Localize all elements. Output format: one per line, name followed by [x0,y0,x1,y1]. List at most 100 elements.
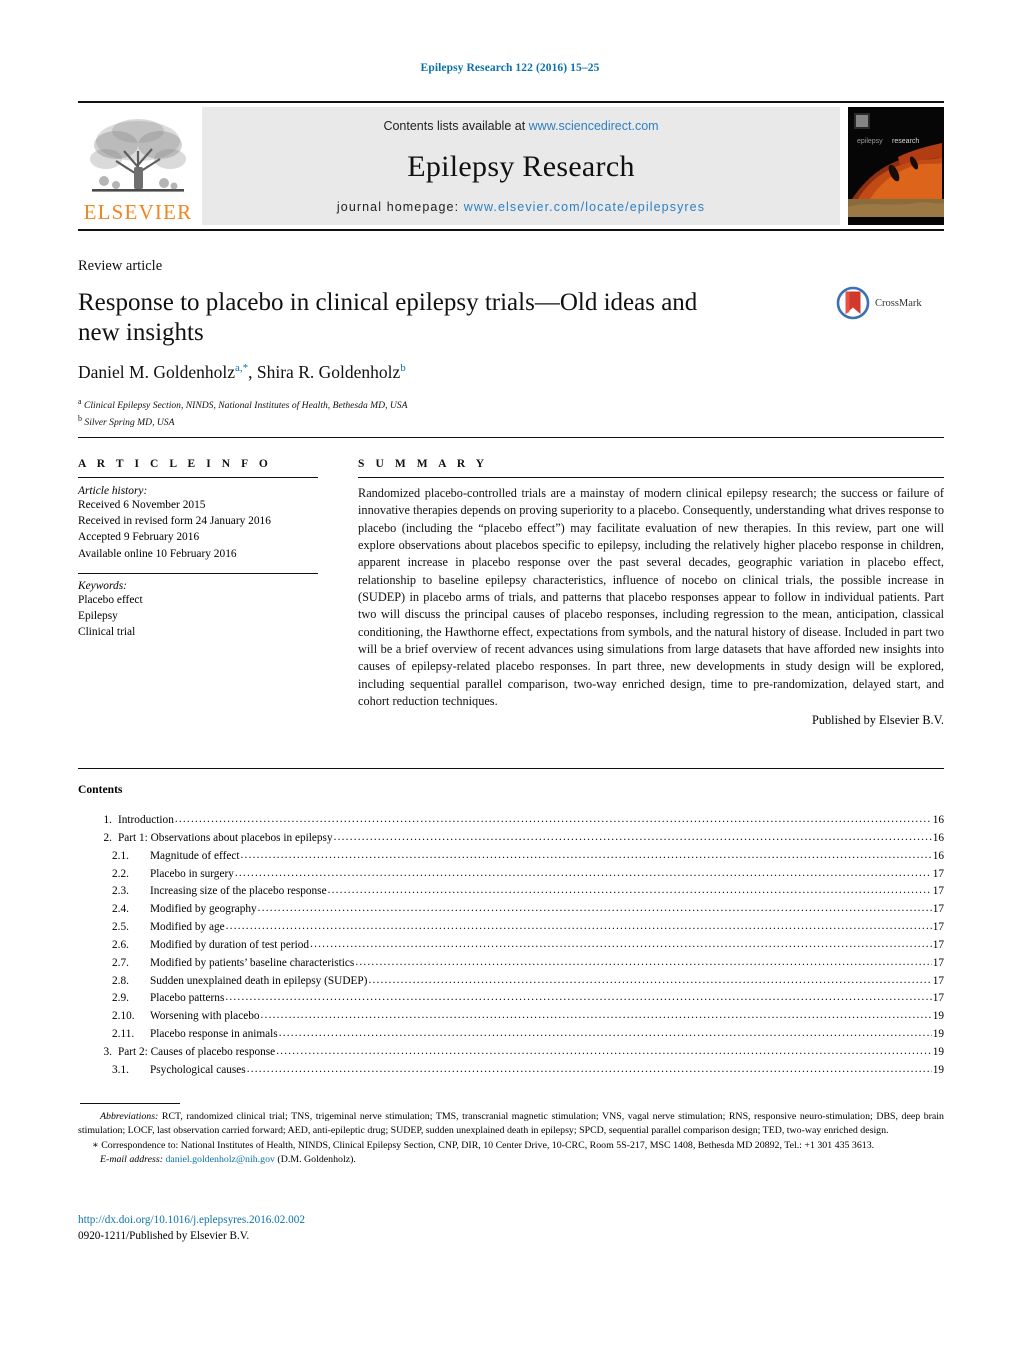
toc-entry-number: 2.4. [112,903,129,916]
toc-entry[interactable]: 2.1. Magnitude of effect.................… [78,848,944,866]
toc-entry[interactable]: 2.10. Worsening with placebo.............… [78,1008,944,1026]
toc-entry[interactable]: 2.5. Modified by age.....................… [78,919,944,937]
table-of-contents: 1. Introduction..........................… [78,812,944,1080]
toc-entry-page: 16 [932,849,944,862]
info-section-top-rule [78,437,944,438]
running-head: Epilepsy Research 122 (2016) 15–25 [420,62,600,74]
toc-entry[interactable]: 3. Part 2: Causes of placebo response....… [78,1044,944,1062]
article-history-item: Accepted 9 February 2016 [78,531,200,544]
toc-leader-dots: ........................................… [246,1063,932,1075]
toc-entry-number: 2.9. [112,992,129,1005]
article-history-label: Article history: [78,485,148,497]
article-info-heading: A R T I C L E I N F O [78,458,272,470]
toc-leader-dots: ........................................… [260,1010,932,1022]
toc-entry[interactable]: 2.9. Placebo patterns....................… [78,990,944,1008]
abbreviations-footnote: Abbreviations: RCT, randomized clinical … [78,1110,944,1139]
article-info-rule [78,477,318,478]
journal-cover-thumbnail: epilepsy research [848,107,944,225]
author-list: Daniel M. Goldenholza,*, Shira R. Golden… [78,362,944,383]
toc-entry[interactable]: 2.2. Placebo in surgery..................… [78,866,944,884]
toc-entry-label: Modified by age [150,921,225,934]
abstract-text: Randomized placebo-controlled trials are… [358,486,944,708]
toc-entry-label: Introduction [118,814,174,826]
affiliation-b-marker: b [78,414,82,424]
issn-copyright-line: 0920-1211/Published by Elsevier B.V. [78,1230,250,1243]
toc-entry-page: 19 [932,1045,944,1058]
toc-entry-number: 2.11. [112,1028,135,1041]
toc-entry-page: 17 [932,938,944,951]
crossmark-badge[interactable]: CrossMark [836,286,944,320]
abbreviations-label: Abbreviations: [100,1111,159,1122]
toc-leader-dots: ........................................… [234,867,932,879]
author-1-name: Daniel M. Goldenholz [78,362,235,382]
contents-available-prefix: Contents lists available at [383,119,529,133]
toc-leader-dots: ........................................… [368,974,932,986]
email-link[interactable]: daniel.goldenholz@nih.gov [165,1154,274,1165]
article-type-kicker: Review article [78,258,163,274]
toc-entry-label: Placebo in surgery [150,867,234,880]
keywords-block: Keywords: Placebo effect Epilepsy Clinic… [78,572,318,641]
contents-heading: Contents [78,783,123,796]
contents-available-line: Contents lists available at www.scienced… [383,119,658,133]
toc-entry-number: 2.1. [112,849,129,862]
toc-entry-label: Part 1: Observations about placebos in e… [118,831,333,844]
toc-leader-dots: ........................................… [257,903,932,915]
masthead-center-panel: Contents lists available at www.scienced… [202,107,840,225]
article-history-item: Received in revised form 24 January 2016 [78,515,271,528]
journal-title: Epilepsy Research [407,149,635,183]
toc-entry[interactable]: 2.11. Placebo response in animals........… [78,1026,944,1044]
toc-entry-page: 19 [932,1028,944,1041]
journal-homepage-line: journal homepage: www.elsevier.com/locat… [337,200,705,214]
toc-entry[interactable]: 1. Introduction..........................… [78,812,944,830]
toc-leader-dots: ........................................… [333,831,932,843]
affiliation-a: a Clinical Epilepsy Section, NINDS, Nati… [78,396,944,413]
doi-block: http://dx.doi.org/10.1016/j.eplepsyres.2… [78,1212,944,1244]
author-2-affiliation-marker[interactable]: b [400,362,406,374]
toc-entry-page: 17 [932,903,944,916]
journal-cover-block: epilepsy research [844,107,944,225]
toc-entry[interactable]: 3.1. Psychological causes................… [78,1062,944,1080]
svg-text:research: research [892,138,919,145]
toc-entry-page: 17 [932,921,944,934]
affiliations: a Clinical Epilepsy Section, NINDS, Nati… [78,396,944,430]
toc-entry[interactable]: 2.6. Modified by duration of test period.… [78,937,944,955]
email-footnote: E-mail address: daniel.goldenholz@nih.go… [78,1153,944,1167]
doi-link[interactable]: http://dx.doi.org/10.1016/j.eplepsyres.2… [78,1212,944,1228]
toc-entry-page: 16 [932,814,944,826]
toc-entry-label: Modified by duration of test period [150,938,310,951]
svg-text:epilepsy: epilepsy [857,138,883,145]
toc-entry-number: 2.7. [112,956,129,969]
toc-leader-dots: ........................................… [225,992,931,1004]
toc-leader-dots: ........................................… [355,956,931,968]
toc-entry-label: Modified by patients’ baseline character… [150,956,355,969]
keyword-item: Placebo effect [78,593,143,606]
toc-entry-label: Modified by geography [150,903,257,916]
author-1-affiliation-marker[interactable]: a,* [235,362,248,374]
crossmark-label: CrossMark [875,297,922,309]
journal-masthead: ELSEVIER Contents lists available at www… [78,101,944,231]
affiliation-a-text: Clinical Epilepsy Section, NINDS, Nation… [83,400,408,412]
toc-entry[interactable]: 2.8. Sudden unexplained death in epilepsy… [78,973,944,991]
article-info-column: A R T I C L E I N F O Article history: R… [78,458,318,640]
toc-leader-dots: ........................................… [174,814,932,825]
toc-entry-label: Placebo patterns [150,992,225,1005]
toc-entry[interactable]: 2.7. Modified by patients’ baseline chara… [78,955,944,973]
correspondence-text: Correspondence to: National Institutes o… [98,1139,875,1151]
crossmark-icon[interactable] [836,286,870,320]
toc-entry-number: 3.1. [112,1063,129,1076]
journal-cover-art: epilepsy research [848,107,944,225]
toc-entry-number: 2. [103,831,112,844]
toc-entry[interactable]: 2.4. Modified by geography...............… [78,901,944,919]
toc-entry-page: 16 [932,831,944,844]
toc-entry[interactable]: 2.3. Increasing size of the placebo respo… [78,883,944,901]
email-label: E-mail address: [100,1154,163,1166]
sciencedirect-link[interactable]: www.sciencedirect.com [529,119,659,133]
toc-entry-label: Placebo response in animals [150,1028,278,1041]
toc-entry[interactable]: 2. Part 1: Observations about placebos in… [78,830,944,848]
toc-leader-dots: ........................................… [225,921,932,933]
keyword-item: Clinical trial [78,626,136,639]
toc-entry-label: Worsening with placebo [150,1010,260,1023]
toc-entry-page: 17 [932,974,944,987]
journal-homepage-link[interactable]: www.elsevier.com/locate/epilepsyres [464,200,705,214]
published-by: Published by Elsevier B.V. [812,713,944,728]
